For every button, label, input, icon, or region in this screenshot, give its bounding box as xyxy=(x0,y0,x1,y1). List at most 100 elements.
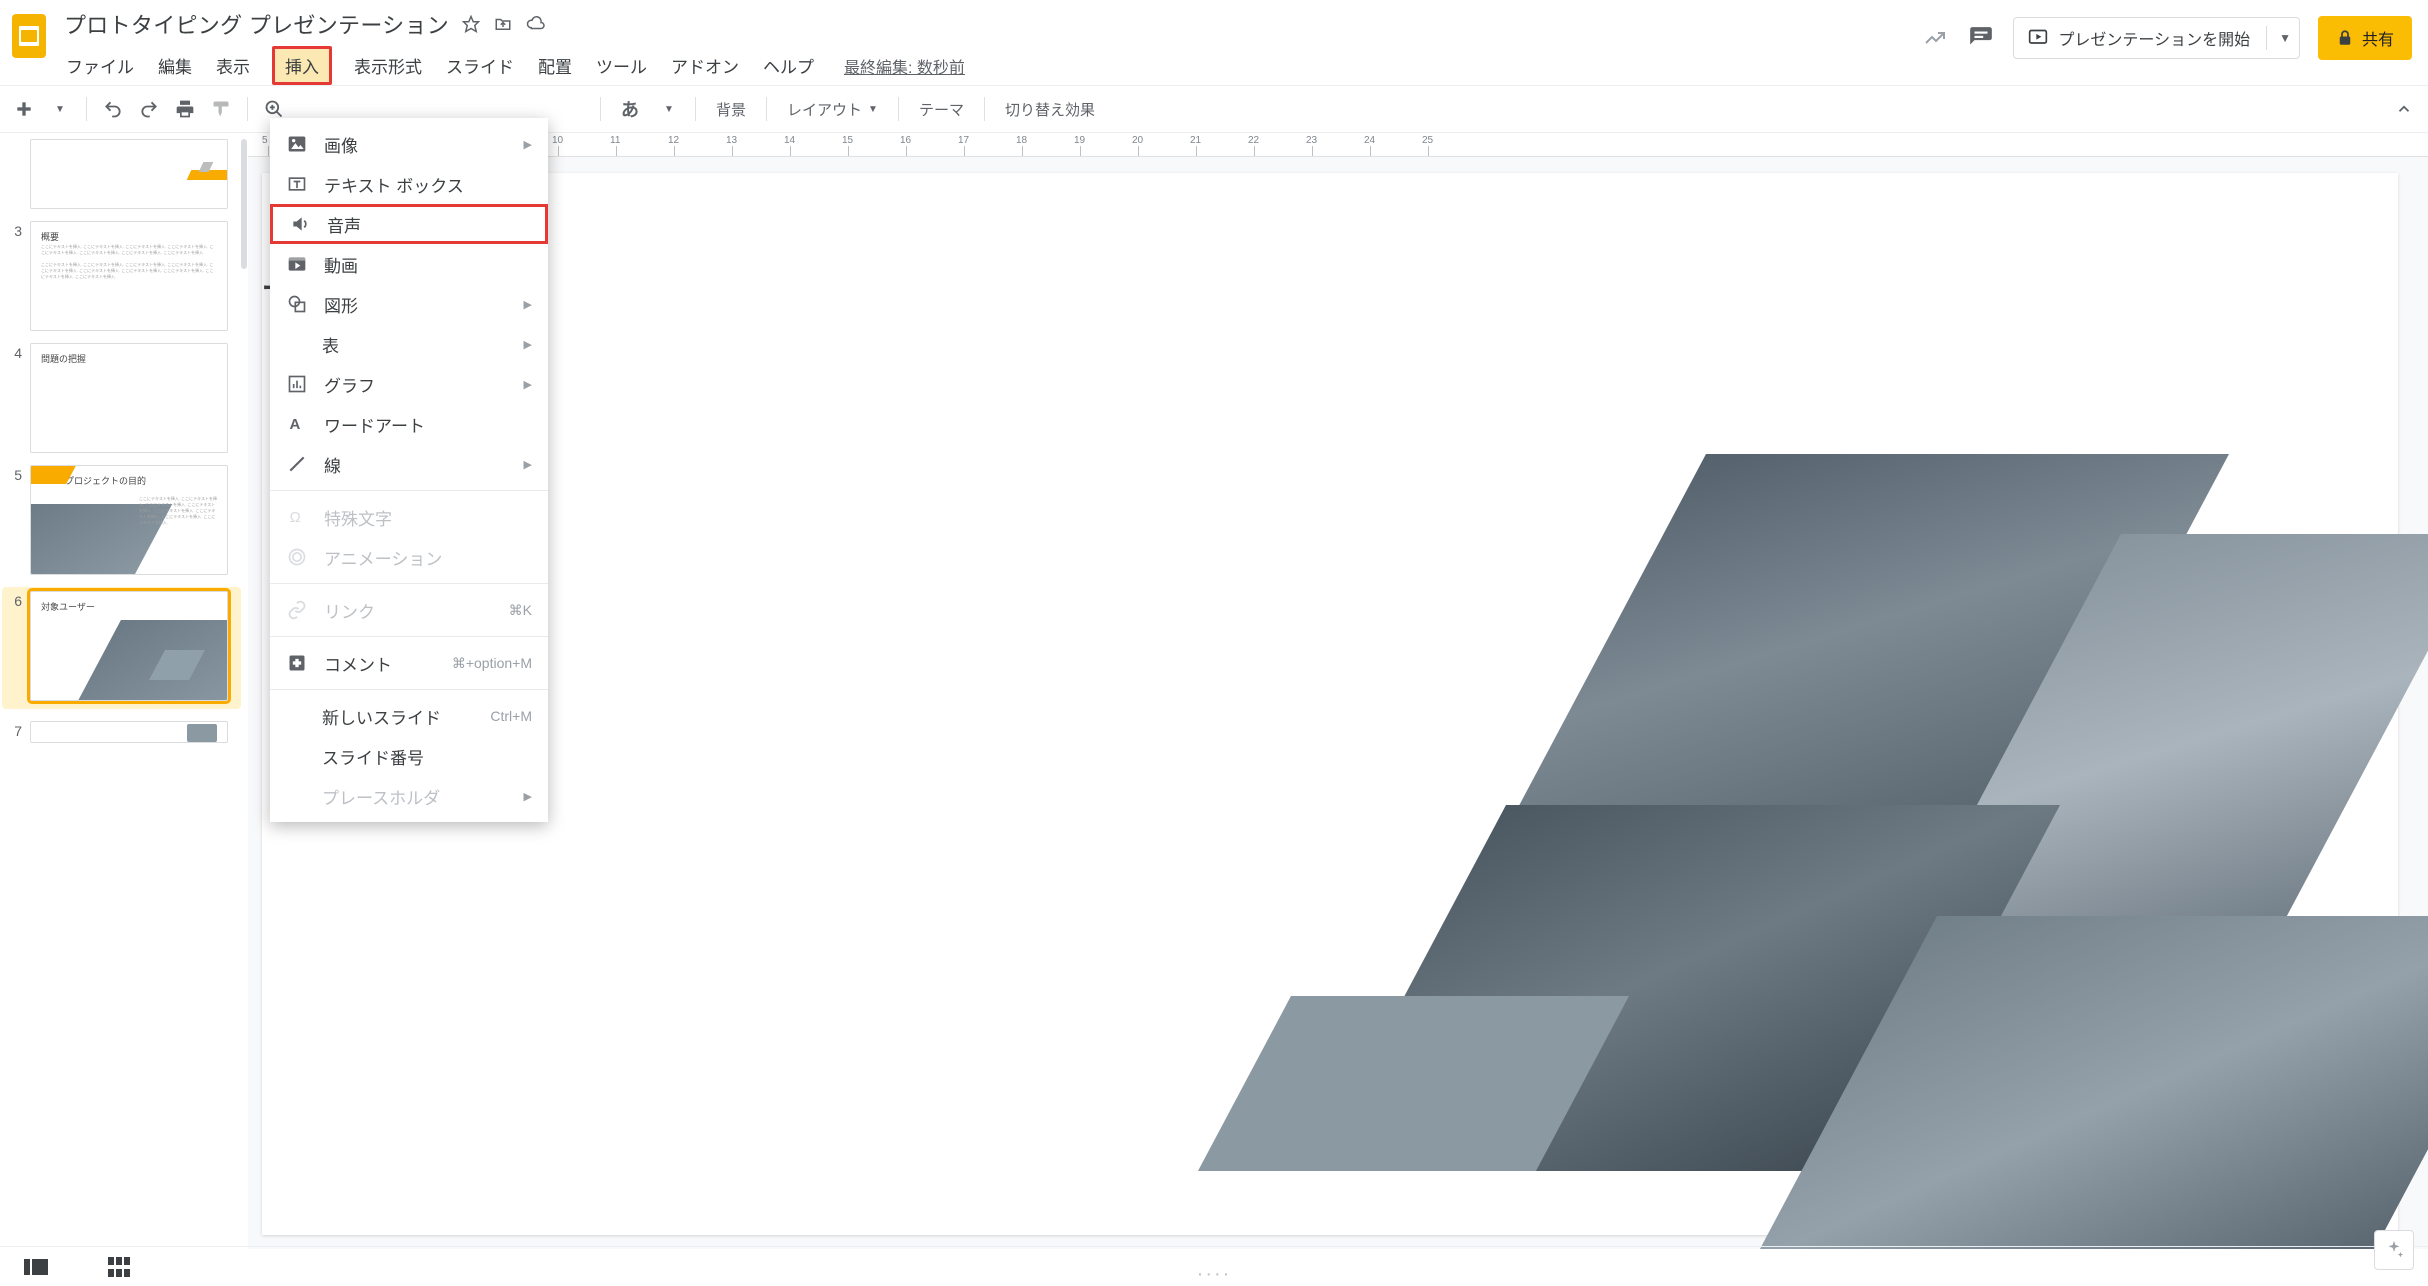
layout-label: レイアウト xyxy=(787,99,862,120)
activity-icon[interactable] xyxy=(1921,24,1949,52)
share-button[interactable]: 共有 xyxy=(2318,16,2412,60)
insert-video[interactable]: 動画 xyxy=(270,244,548,284)
insert-dropdown: 画像 ▶ テキスト ボックス 音声 動画 図形 ▶ 表 ▶ グラフ ▶ A ワー… xyxy=(270,118,548,822)
present-divider xyxy=(2266,26,2267,50)
insert-text-box[interactable]: テキスト ボックス xyxy=(270,164,548,204)
background-button[interactable]: 背景 xyxy=(706,93,756,125)
comments-icon[interactable] xyxy=(1967,24,1995,52)
present-button[interactable]: プレゼンテーションを開始 ▼ xyxy=(2013,17,2300,59)
submenu-arrow-icon: ▶ xyxy=(524,790,532,803)
insert-new-slide[interactable]: 新しいスライド Ctrl+M xyxy=(270,696,548,736)
move-folder-icon[interactable] xyxy=(493,14,513,34)
insert-line[interactable]: 線 ▶ xyxy=(270,444,548,484)
present-label: プレゼンテーションを開始 xyxy=(2058,26,2250,50)
menu-slide[interactable]: スライド xyxy=(444,49,516,82)
menu-separator xyxy=(270,636,548,637)
insert-wordart[interactable]: A ワードアート xyxy=(270,404,548,444)
slide-thumb-6[interactable]: 対象ユーザー xyxy=(30,591,228,701)
menu-insert[interactable]: 挿入 xyxy=(272,46,332,85)
toolbar-sep xyxy=(898,97,899,121)
speaker-notes-drag-handle[interactable]: ···· xyxy=(1197,1263,1232,1286)
menu-separator xyxy=(270,490,548,491)
paint-format-button[interactable] xyxy=(205,93,237,125)
doc-title[interactable]: プロトタイピング プレゼンテーション xyxy=(64,8,449,40)
thumb-blank-num xyxy=(6,139,22,209)
insert-table-label: 表 xyxy=(322,332,508,357)
insert-placeholder: プレースホルダ ▶ xyxy=(270,776,548,816)
insert-table[interactable]: 表 ▶ xyxy=(270,324,548,364)
slides-logo-icon[interactable] xyxy=(8,8,50,62)
thumb-title: プロジェクトの目的 xyxy=(65,474,146,487)
slide-thumbnail-panel[interactable]: 3 概要 ここにテキストを挿入. ここにテキストを挿入. ここにテキストを挿入.… xyxy=(0,133,248,1249)
grid-view-button[interactable] xyxy=(108,1257,130,1277)
insert-image[interactable]: 画像 ▶ xyxy=(270,124,548,164)
menu-arrange[interactable]: 配置 xyxy=(536,49,574,82)
new-slide-button[interactable] xyxy=(8,93,40,125)
insert-wordart-label: ワードアート xyxy=(324,412,532,437)
insert-slide-number[interactable]: スライド番号 xyxy=(270,736,548,776)
thumb-row: 5 プロジェクトの目的 ここにテキストを挿入. ここにテキストを挿入. ここにテ… xyxy=(6,465,241,575)
slide-thumb-4[interactable]: 問題の把握 xyxy=(30,343,228,453)
insert-slidenumber-label: スライド番号 xyxy=(322,744,532,769)
shapes-icon xyxy=(286,293,308,315)
insert-comment[interactable]: コメント ⌘+option+M xyxy=(270,643,548,683)
menu-view[interactable]: 表示 xyxy=(214,49,252,82)
line-icon xyxy=(286,453,308,475)
transition-button[interactable]: 切り替え効果 xyxy=(995,93,1105,125)
submenu-arrow-icon: ▶ xyxy=(524,378,532,391)
menu-format[interactable]: 表示形式 xyxy=(352,49,424,82)
slide-thumb-7[interactable] xyxy=(30,721,228,743)
last-edit-link[interactable]: 最終編集: 数秒前 xyxy=(844,54,965,78)
horizontal-ruler[interactable]: 5678910111213141516171819202122232425 xyxy=(248,133,2428,157)
thumb-num-7: 7 xyxy=(6,721,22,743)
thumb-title: 問題の把握 xyxy=(41,352,86,365)
app-header: プロトタイピング プレゼンテーション ファイル 編集 表示 挿入 表示形式 スラ… xyxy=(0,0,2428,85)
text-box-icon xyxy=(286,173,308,195)
print-button[interactable] xyxy=(169,93,201,125)
insert-textbox-label: テキスト ボックス xyxy=(324,172,532,197)
insert-image-label: 画像 xyxy=(324,132,508,157)
add-comment-icon xyxy=(286,652,308,674)
layout-button[interactable]: レイアウト▼ xyxy=(777,93,888,125)
thumb-body-text: ここにテキストを挿入. ここにテキストを挿入. ここにテキストを挿入. ここにテ… xyxy=(41,244,217,280)
slide-thumb-2[interactable] xyxy=(30,139,228,209)
slide-canvas[interactable]: ザー xyxy=(262,173,2398,1235)
menu-help[interactable]: ヘルプ xyxy=(761,49,816,82)
new-slide-caret[interactable]: ▼ xyxy=(44,93,76,125)
star-icon[interactable] xyxy=(461,14,481,34)
insert-chart[interactable]: グラフ ▶ xyxy=(270,364,548,404)
input-method-button[interactable]: あ xyxy=(611,93,649,125)
menu-edit[interactable]: 編集 xyxy=(156,49,194,82)
thumbnail-scrollbar[interactable] xyxy=(241,133,247,914)
insert-shapes[interactable]: 図形 ▶ xyxy=(270,284,548,324)
thumb-num-6: 6 xyxy=(6,591,22,701)
menu-file[interactable]: ファイル xyxy=(64,49,136,82)
lock-icon xyxy=(2336,29,2354,47)
ruler-tick: 15 xyxy=(848,133,904,156)
insert-animation-label: アニメーション xyxy=(324,545,532,570)
collapse-toolbar-button[interactable] xyxy=(2388,93,2420,125)
menu-addons[interactable]: アドオン xyxy=(669,49,741,82)
filmstrip-view-button[interactable] xyxy=(24,1257,48,1277)
ruler-tick: 19 xyxy=(1080,133,1136,156)
canvas-area[interactable]: 5678910111213141516171819202122232425 ザー xyxy=(248,133,2428,1249)
slide-thumb-5[interactable]: プロジェクトの目的 ここにテキストを挿入. ここにテキストを挿入. ここにテキス… xyxy=(30,465,228,575)
toolbar-sep xyxy=(600,97,601,121)
present-caret-icon[interactable]: ▼ xyxy=(2279,31,2291,45)
menu-tools[interactable]: ツール xyxy=(594,49,649,82)
ruler-tick: 17 xyxy=(964,133,1020,156)
slide-thumb-3[interactable]: 概要 ここにテキストを挿入. ここにテキストを挿入. ここにテキストを挿入. こ… xyxy=(30,221,228,331)
explore-button[interactable] xyxy=(2374,1230,2414,1270)
insert-line-label: 線 xyxy=(324,452,508,477)
cloud-status-icon[interactable] xyxy=(525,14,545,34)
redo-button[interactable] xyxy=(133,93,165,125)
theme-button[interactable]: テーマ xyxy=(909,93,974,125)
undo-button[interactable] xyxy=(97,93,129,125)
thumbnail-scrollbar-thumb[interactable] xyxy=(241,139,247,269)
input-method-caret[interactable]: ▼ xyxy=(653,93,685,125)
submenu-arrow-icon: ▶ xyxy=(524,298,532,311)
insert-audio[interactable]: 音声 xyxy=(270,204,548,244)
submenu-arrow-icon: ▶ xyxy=(524,458,532,471)
slide-image-cluster xyxy=(860,439,2398,1236)
thumb-title: 対象ユーザー xyxy=(41,600,95,613)
